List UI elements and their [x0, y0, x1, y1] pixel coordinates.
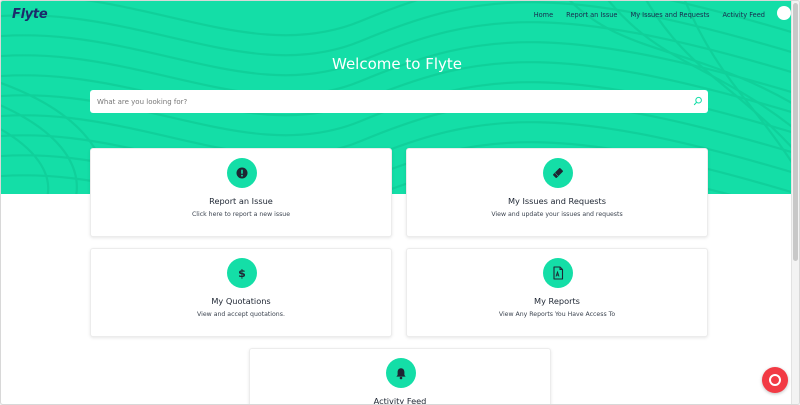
ticket-icon [553, 168, 563, 178]
card-description: View and accept quotations. [197, 311, 285, 318]
dollar-icon: $ [238, 267, 246, 280]
chat-launcher-button[interactable] [762, 367, 788, 393]
card-title: Report an Issue [209, 196, 273, 206]
card-description: Click here to report a new issue [191, 211, 291, 218]
card-description: View Any Reports You Have Access To [498, 311, 616, 318]
nav-report-issue-link[interactable]: Report an Issue [566, 11, 617, 19]
report-issue-card[interactable]: Report an Issue Click here to report a n… [90, 148, 392, 237]
card-icon-circle: $ [227, 258, 257, 288]
exclamation-icon [236, 167, 248, 179]
search-box [90, 90, 708, 113]
card-description: View and update your issues and requests [491, 211, 623, 218]
card-title: My Quotations [211, 296, 271, 306]
top-nav: Home Report an Issue My Issues and Reque… [534, 11, 765, 19]
search-icon[interactable] [693, 96, 703, 106]
flyte-logo[interactable]: Flyte [12, 7, 48, 22]
my-issues-card[interactable]: My Issues and Requests View and update y… [406, 148, 708, 237]
card-icon-circle [543, 158, 573, 188]
card-icon-circle [227, 158, 257, 188]
scrollbar-thumb[interactable] [793, 3, 798, 261]
app-window: Flyte Home Report an Issue My Issues and… [0, 0, 800, 405]
nav-home-link[interactable]: Home [534, 11, 553, 19]
card-icon-circle [543, 258, 573, 288]
my-reports-card[interactable]: My Reports View Any Reports You Have Acc… [406, 248, 708, 337]
my-quotations-card[interactable]: $ My Quotations View and accept quotatio… [90, 248, 392, 337]
chat-icon [769, 374, 781, 386]
card-title: Activity Feed [373, 396, 427, 405]
card-icon-circle [386, 358, 416, 388]
card-title: My Issues and Requests [507, 196, 607, 206]
activity-feed-card[interactable]: Activity Feed [249, 348, 551, 405]
svg-text:$: $ [238, 267, 246, 280]
search-input[interactable] [90, 90, 690, 113]
page-title: Welcome to Flyte [332, 55, 462, 73]
user-avatar[interactable] [777, 6, 791, 20]
report-file-icon [553, 266, 564, 280]
bell-icon [396, 367, 406, 379]
nav-activity-feed-link[interactable]: Activity Feed [723, 11, 766, 19]
card-title: My Reports [534, 296, 580, 306]
nav-my-issues-link[interactable]: My Issues and Requests [631, 11, 710, 19]
page-scrollbar[interactable] [791, 1, 799, 404]
